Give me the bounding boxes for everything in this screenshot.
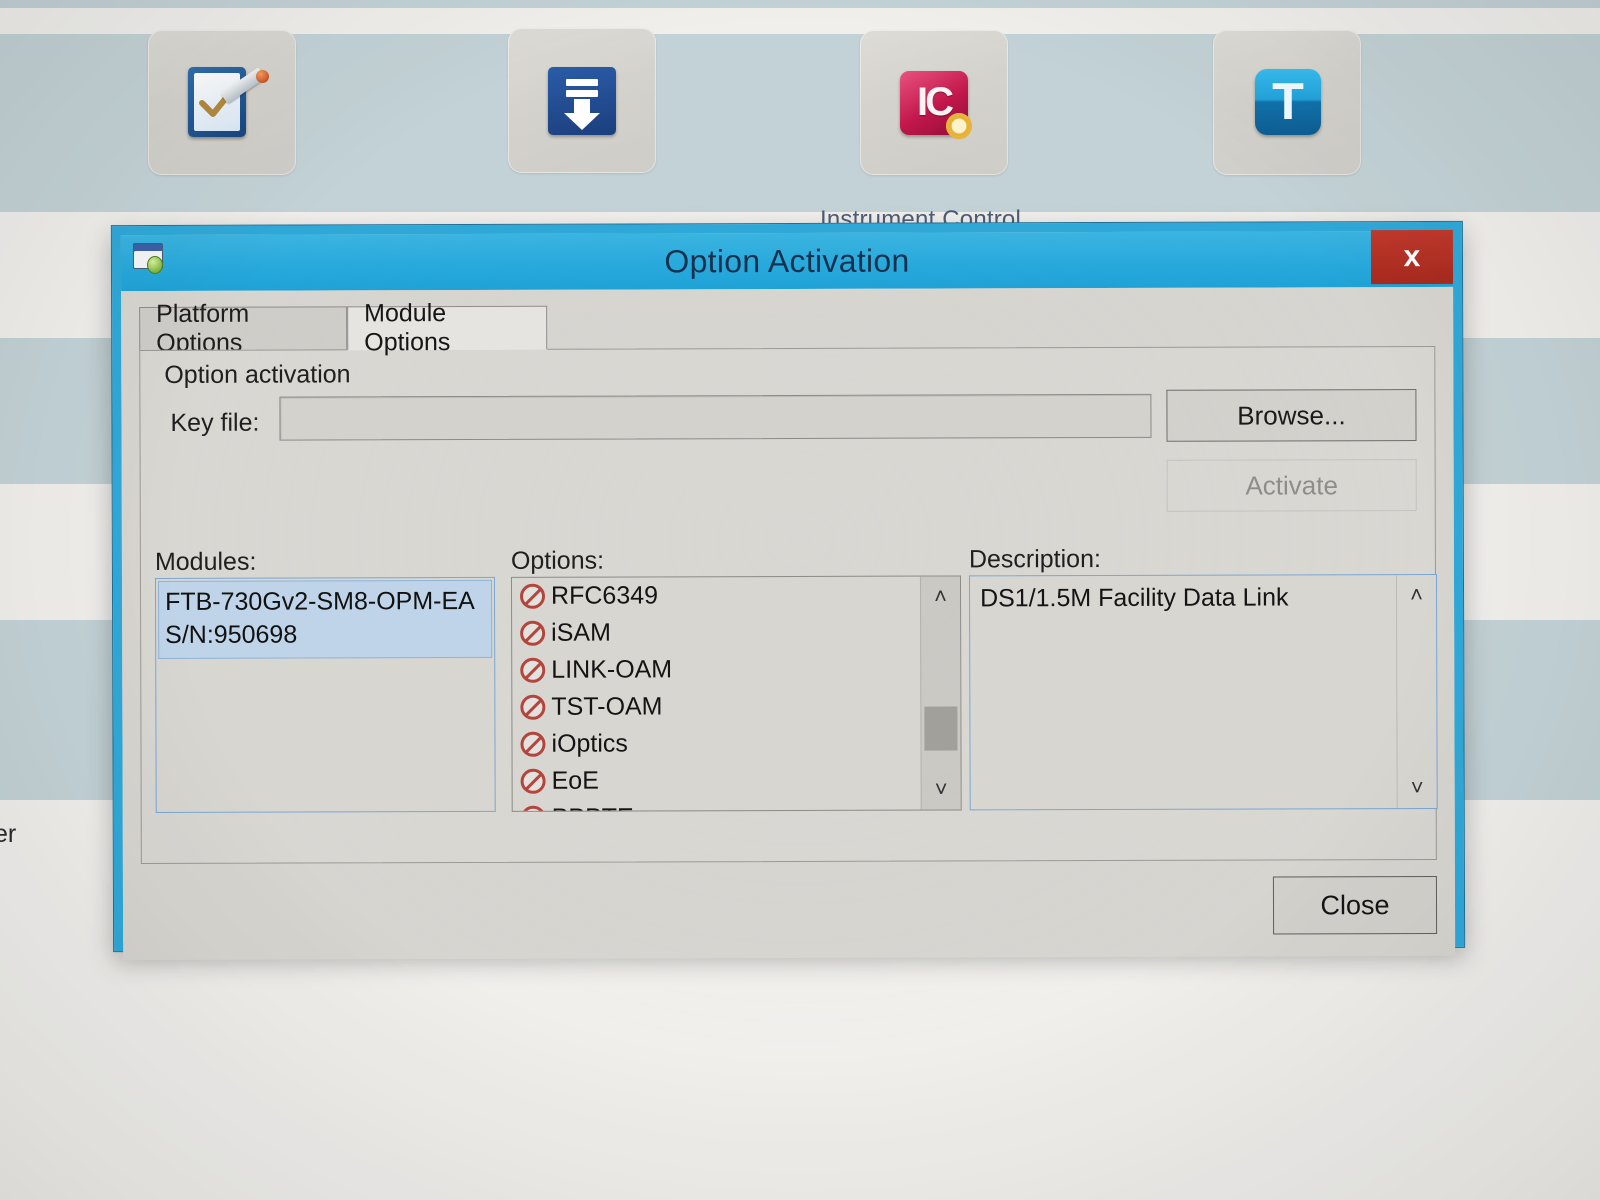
locked-option-icon: [520, 621, 545, 646]
locked-option-icon: [521, 769, 546, 794]
dialog-titlebar[interactable]: Option Activation x: [121, 231, 1453, 291]
key-file-input[interactable]: [279, 394, 1151, 441]
option-label: RFC6349: [551, 581, 658, 610]
option-label: iOptics: [551, 730, 627, 759]
toolbox-t-icon-letter: T: [1255, 69, 1321, 135]
dialog-title: Option Activation: [121, 240, 1453, 281]
list-item[interactable]: iOptics: [512, 724, 960, 762]
options-label: Options:: [511, 547, 604, 576]
download-icon: [540, 59, 624, 143]
option-label: PPPTE: [552, 803, 634, 811]
scroll-up-icon[interactable]: ˄: [921, 576, 960, 616]
option-activation-dialog: Option Activation x Platform Options Mod…: [112, 222, 1464, 951]
activate-button: Activate: [1167, 459, 1417, 512]
module-options-panel: Option activation Key file: Browse... Ac…: [139, 346, 1437, 864]
tab-module-options-label: Module Options: [364, 299, 530, 358]
module-name: FTB-730Gv2-SM8-OPM-EA: [165, 585, 485, 619]
locked-option-icon: [520, 658, 545, 683]
option-label: LINK-OAM: [551, 655, 672, 684]
list-item[interactable]: PPPTE: [513, 798, 961, 811]
tab-module-options[interactable]: Module Options: [347, 306, 547, 351]
locked-option-icon: [520, 695, 545, 720]
key-file-label: Key file:: [170, 409, 259, 438]
locked-option-icon: [520, 732, 545, 757]
locked-option-icon: [520, 584, 545, 609]
option-label: EoE: [552, 767, 599, 796]
scroll-up-icon[interactable]: ˄: [1397, 575, 1436, 615]
options-rows: RFC6349 iSAM LINK-OAM TST-OAM iOptics EoE PPPT…: [512, 576, 961, 811]
toolbar-button-download[interactable]: [508, 28, 656, 173]
module-serial: S/N:950698: [165, 618, 485, 652]
window-app-icon: [133, 243, 169, 277]
dialog-body: Platform Options Module Options Option a…: [121, 287, 1455, 960]
description-scrollbar[interactable]: ˄ ˅: [1396, 575, 1437, 808]
description-text: DS1/1.5M Facility Data Link: [970, 575, 1436, 621]
tab-platform-options[interactable]: Platform Options: [139, 306, 347, 351]
list-item[interactable]: FTB-730Gv2-SM8-OPM-EA S/N:950698: [158, 580, 492, 659]
description-box[interactable]: DS1/1.5M Facility Data Link ˄ ˅: [969, 574, 1438, 810]
description-label: Description:: [969, 545, 1101, 574]
close-icon[interactable]: x: [1371, 230, 1453, 284]
close-button[interactable]: Close: [1273, 876, 1437, 935]
scrollbar-thumb[interactable]: [924, 706, 957, 750]
modules-label: Modules:: [155, 548, 257, 577]
list-item[interactable]: LINK-OAM: [512, 650, 960, 688]
list-item[interactable]: EoE: [513, 761, 961, 799]
modules-listbox[interactable]: FTB-730Gv2-SM8-OPM-EA S/N:950698: [155, 577, 496, 813]
browse-button[interactable]: Browse...: [1166, 389, 1416, 442]
option-activation-group-title: Option activation: [164, 360, 350, 390]
list-item[interactable]: iSAM: [512, 613, 960, 651]
toolbar-button-checklist[interactable]: [148, 30, 296, 175]
scroll-down-icon[interactable]: ˅: [922, 769, 961, 809]
scroll-down-icon[interactable]: ˅: [1398, 768, 1437, 808]
left-edge-label: er: [0, 820, 16, 849]
options-scrollbar[interactable]: ˄ ˅: [920, 576, 961, 809]
toolbar-button-toolbox[interactable]: T: [1213, 30, 1361, 175]
top-toolbar: IC T: [0, 0, 1600, 210]
locked-option-icon: [521, 806, 546, 812]
toolbar-button-instrument-control[interactable]: IC: [860, 30, 1008, 175]
option-label: TST-OAM: [551, 692, 662, 721]
list-item[interactable]: TST-OAM: [512, 687, 960, 725]
list-item[interactable]: RFC6349: [512, 576, 960, 614]
option-label: iSAM: [551, 619, 611, 648]
instrument-control-icon: IC: [892, 61, 976, 145]
checklist-edit-icon: [180, 61, 264, 145]
tab-bar: Platform Options Module Options: [139, 303, 1435, 351]
toolbox-t-icon: T: [1245, 61, 1329, 145]
options-listbox[interactable]: RFC6349 iSAM LINK-OAM TST-OAM iOptics EoE PPPT…: [511, 575, 962, 811]
